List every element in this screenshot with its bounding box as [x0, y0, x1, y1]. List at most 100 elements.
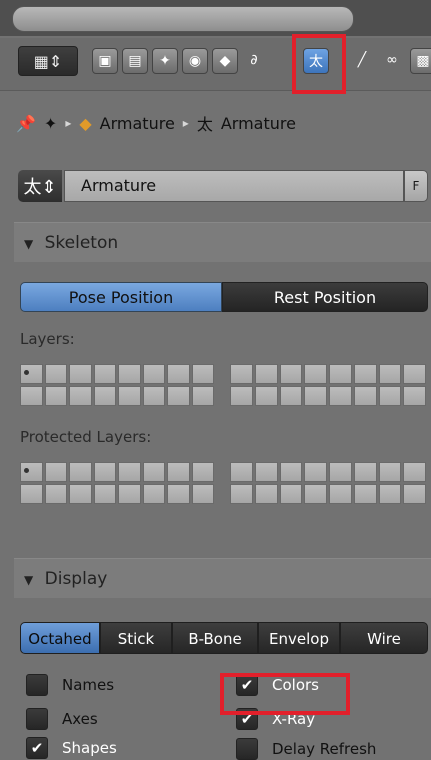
protected-layer-toggle[interactable] — [167, 484, 190, 504]
layer-toggle[interactable] — [378, 364, 402, 384]
protected-layer-toggle[interactable] — [329, 462, 352, 482]
layer-toggle[interactable] — [254, 364, 278, 384]
protected-layer-toggle[interactable] — [230, 462, 253, 482]
protected-layer-toggle[interactable] — [353, 484, 377, 504]
shapes-checkbox[interactable]: ✔ Shapes — [26, 737, 117, 759]
layer-toggle[interactable] — [191, 364, 214, 384]
layer-toggle[interactable] — [20, 364, 43, 384]
protected-layer-toggle[interactable] — [167, 462, 190, 482]
protected-layer-toggle[interactable] — [20, 462, 43, 482]
bone-type-bbone-button[interactable]: B-Bone — [172, 622, 258, 654]
protected-layer-toggle[interactable] — [69, 484, 92, 504]
bone-constraints-icon[interactable]: ∞ — [380, 48, 404, 72]
constraints-icon[interactable]: ∂ — [242, 48, 266, 72]
protected-layer-toggle[interactable] — [353, 462, 377, 482]
skeleton-panel-title: Skeleton — [44, 233, 119, 253]
layer-toggle[interactable] — [403, 386, 426, 406]
layer-toggle[interactable] — [167, 364, 190, 384]
layer-toggle[interactable] — [353, 386, 377, 406]
delay-refresh-checkbox[interactable]: Delay Refresh — [236, 738, 376, 760]
layer-toggle[interactable] — [304, 364, 327, 384]
protected-layer-toggle[interactable] — [304, 462, 327, 482]
protected-layer-toggle[interactable] — [254, 462, 278, 482]
layer-toggle[interactable] — [142, 386, 165, 406]
layer-toggle[interactable] — [304, 386, 327, 406]
collapse-triangle-icon: ▼ — [24, 237, 34, 251]
layers-label: Layers: — [20, 330, 75, 348]
protected-layer-toggle[interactable] — [191, 462, 214, 482]
bone-type-stick-button[interactable]: Stick — [100, 622, 172, 654]
axes-checkbox[interactable]: Axes — [26, 708, 98, 730]
layer-toggle[interactable] — [329, 364, 352, 384]
bone-type-wire-button[interactable]: Wire — [340, 622, 428, 654]
armature-browse-button[interactable]: 太⇕ — [18, 170, 62, 202]
layer-toggle[interactable] — [44, 386, 67, 406]
protected-layer-toggle[interactable] — [254, 484, 278, 504]
rest-position-button[interactable]: Rest Position — [222, 282, 428, 312]
scene-icon[interactable]: ✦ — [152, 48, 178, 74]
layer-toggle[interactable] — [378, 386, 402, 406]
bone-type-envelope-button[interactable]: Envelop — [258, 622, 340, 654]
pose-position-button[interactable]: Pose Position — [20, 282, 222, 312]
layer-toggle[interactable] — [254, 386, 278, 406]
protected-layer-toggle[interactable] — [304, 484, 327, 504]
layer-toggle[interactable] — [329, 386, 352, 406]
protected-layer-toggle[interactable] — [93, 462, 116, 482]
fake-user-button[interactable]: F — [404, 170, 428, 202]
protected-layer-toggle[interactable] — [279, 484, 303, 504]
layer-toggle[interactable] — [44, 364, 67, 384]
protected-layer-toggle[interactable] — [329, 484, 352, 504]
protected-layer-toggle[interactable] — [403, 484, 426, 504]
breadcrumb-separator: ▸ — [182, 116, 189, 130]
layer-toggle[interactable] — [230, 364, 253, 384]
breadcrumb-separator: ▸ — [65, 116, 72, 130]
bone-type-octahedral-button[interactable]: Octahed — [20, 622, 100, 654]
protected-layer-toggle[interactable] — [44, 484, 67, 504]
object-icon[interactable]: ◆ — [212, 48, 238, 74]
protected-layer-toggle[interactable] — [279, 462, 303, 482]
layer-toggle[interactable] — [191, 386, 214, 406]
display-panel-header[interactable]: ▼ Display — [14, 558, 431, 598]
protected-layer-toggle[interactable] — [191, 484, 214, 504]
editor-type-icon[interactable]: ▦⇕ — [18, 46, 78, 76]
pin-icon[interactable]: 📌 — [16, 114, 36, 133]
header-scrollbar-thumb[interactable] — [12, 6, 354, 32]
render-layers-icon[interactable]: ▤ — [122, 48, 148, 74]
bone-icon[interactable]: ╱ — [350, 48, 374, 72]
layer-toggle[interactable] — [279, 386, 303, 406]
protected-layer-toggle[interactable] — [230, 484, 253, 504]
render-icon[interactable]: ▣ — [92, 48, 118, 74]
protected-layer-toggle[interactable] — [44, 462, 67, 482]
names-checkbox[interactable]: Names — [26, 674, 114, 696]
layer-toggle[interactable] — [118, 364, 141, 384]
layer-toggle[interactable] — [230, 386, 253, 406]
layer-toggle[interactable] — [353, 364, 377, 384]
world-icon[interactable]: ◉ — [182, 48, 208, 74]
layer-toggle[interactable] — [403, 364, 426, 384]
protected-layer-toggle[interactable] — [142, 484, 165, 504]
armature-name-field[interactable]: Armature — [64, 170, 404, 202]
skeleton-panel-header[interactable]: ▼ Skeleton — [14, 222, 431, 262]
protected-layer-toggle[interactable] — [403, 462, 426, 482]
protected-layer-toggle[interactable] — [378, 462, 402, 482]
layer-toggle[interactable] — [20, 386, 43, 406]
protected-layer-toggle[interactable] — [118, 484, 141, 504]
breadcrumb-armature: Armature — [220, 113, 296, 133]
object-breadcrumb-icon: ◆ — [79, 113, 92, 133]
protected-layer-toggle[interactable] — [20, 484, 43, 504]
layer-toggle[interactable] — [167, 386, 190, 406]
protected-layer-toggle[interactable] — [69, 462, 92, 482]
layer-toggle[interactable] — [93, 386, 116, 406]
texture-icon[interactable]: ▩ — [410, 48, 431, 74]
layer-toggle[interactable] — [118, 386, 141, 406]
names-label: Names — [62, 676, 115, 694]
layer-toggle[interactable] — [142, 364, 165, 384]
layer-toggle[interactable] — [93, 364, 116, 384]
protected-layer-toggle[interactable] — [142, 462, 165, 482]
protected-layer-toggle[interactable] — [378, 484, 402, 504]
layer-toggle[interactable] — [69, 364, 92, 384]
layer-toggle[interactable] — [69, 386, 92, 406]
protected-layer-toggle[interactable] — [93, 484, 116, 504]
protected-layer-toggle[interactable] — [118, 462, 141, 482]
layer-toggle[interactable] — [279, 364, 303, 384]
